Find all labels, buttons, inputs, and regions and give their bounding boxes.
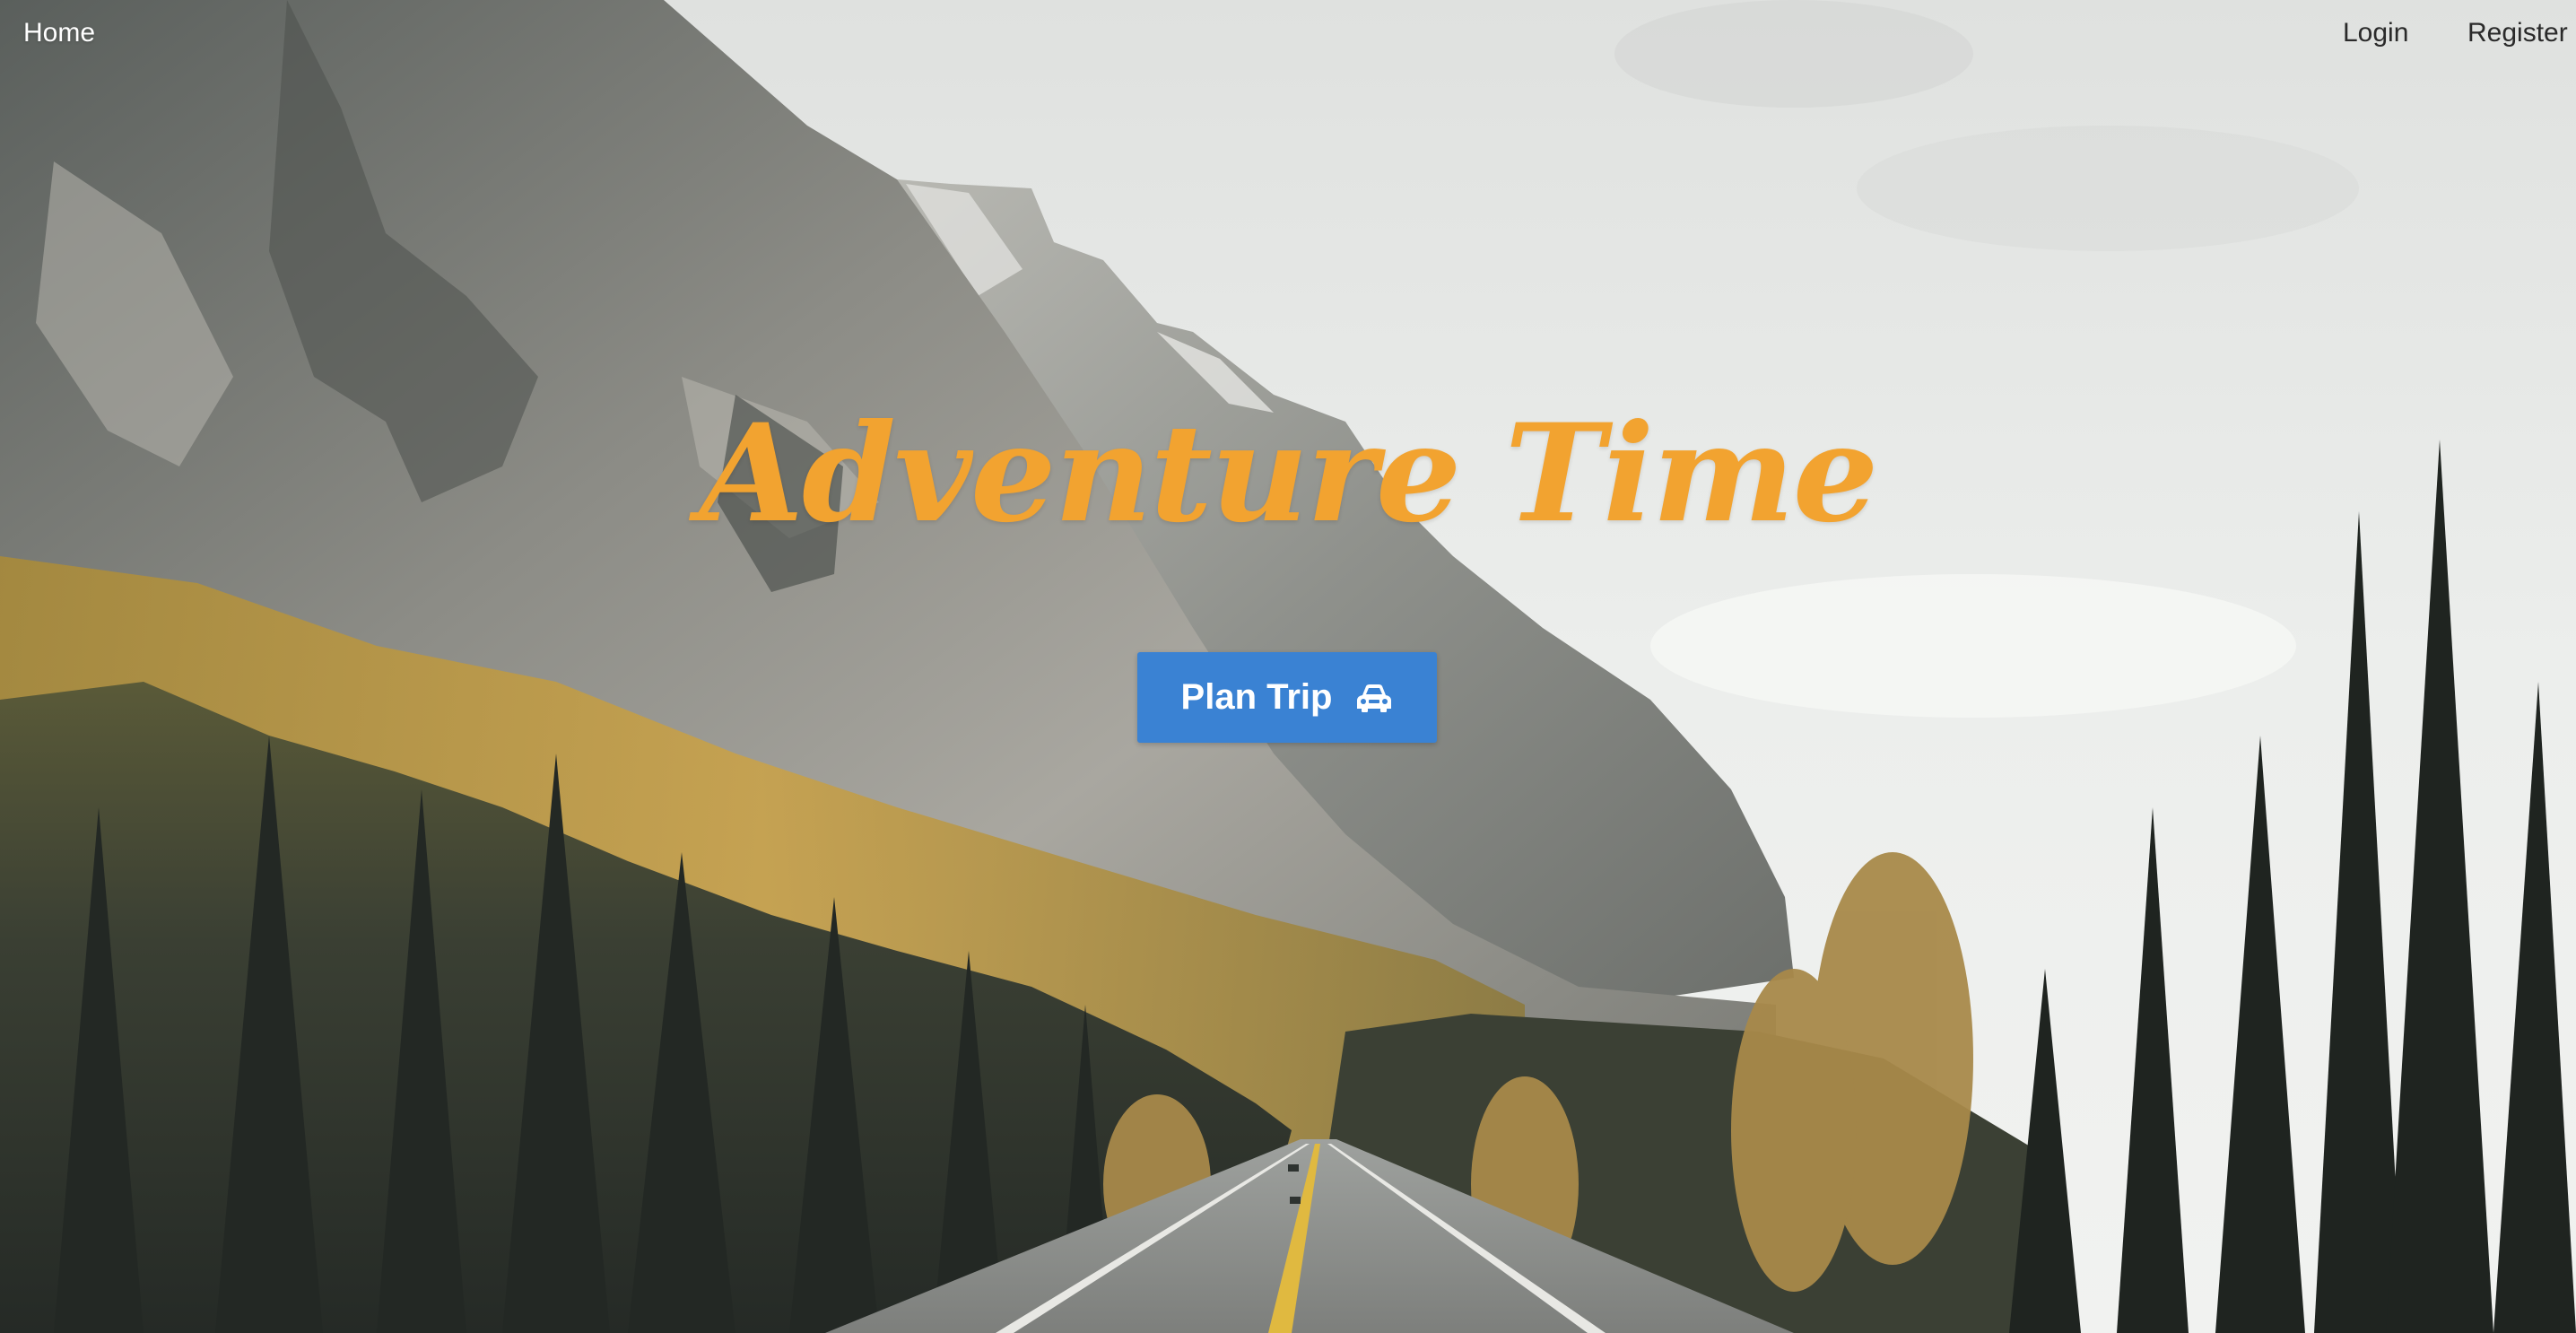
plan-trip-label: Plan Trip bbox=[1180, 677, 1333, 717]
register-link[interactable]: Register bbox=[2467, 18, 2568, 48]
top-nav: Home Login Register bbox=[0, 0, 2576, 72]
login-link[interactable]: Login bbox=[2343, 18, 2408, 48]
home-link[interactable]: Home bbox=[23, 18, 95, 48]
car-icon bbox=[1357, 684, 1392, 712]
page-title: Adventure Time bbox=[699, 395, 1879, 553]
plan-trip-button[interactable]: Plan Trip bbox=[1137, 652, 1437, 743]
landing-page: Home Login Register Adventure Time Plan … bbox=[0, 0, 2576, 1333]
